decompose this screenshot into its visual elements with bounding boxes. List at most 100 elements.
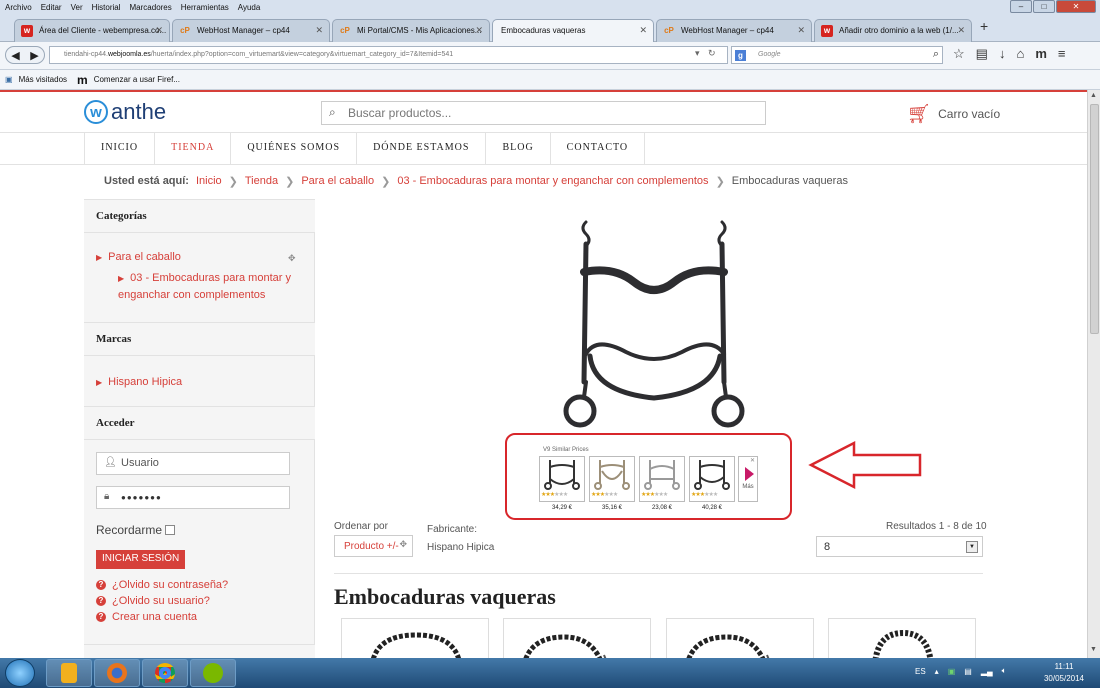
category-child-link[interactable]: ▶ 03 - Embocaduras para montar y engancha… [118,270,298,303]
product-card[interactable] [503,618,651,660]
login-button[interactable]: INICIAR SESIÓN [96,550,186,569]
close-tab-icon[interactable]: ✕ [639,25,647,36]
menu-editar[interactable]: Editar [41,3,62,12]
page-scrollbar[interactable]: ▲ ▼ [1087,90,1100,658]
tray-app-icon[interactable]: ▤ [964,667,972,676]
divider [0,164,1087,165]
menu-herramientas[interactable]: Herramientas [181,3,229,12]
system-clock[interactable]: 11:11 30/05/2014 [1034,661,1094,685]
cpanel-icon: cP [340,26,350,35]
browser-tab[interactable]: cP WebHost Manager – cp44 ✕ [656,19,812,42]
language-indicator[interactable]: ES [915,667,926,676]
clock-time: 11:11 [1054,662,1074,671]
menu-ayuda[interactable]: Ayuda [238,3,261,12]
browser-tab-active[interactable]: Embocaduras vaqueras ✕ [492,19,654,43]
annotation-arrow-icon [808,440,922,490]
category-parent-link[interactable]: ▶ Para el caballo [96,249,181,266]
breadcrumb-inicio[interactable]: Inicio [196,175,222,188]
close-window-button[interactable]: ✕ [1056,0,1096,13]
nav-blog[interactable]: BLOG [486,132,551,164]
url-bar[interactable]: tiendahi-cp44.webjoomla.es/huerta/index.… [49,46,728,64]
dropdown-icon[interactable]: ▾ [695,48,700,58]
menu-historial[interactable]: Historial [92,3,121,12]
page-title: Embocaduras vaqueras [334,584,556,609]
close-icon[interactable]: ✕ [750,457,755,464]
close-tab-icon[interactable]: ✕ [797,25,805,36]
user-icon: 👤︎ [104,457,117,468]
search-icon: ⌕ [329,105,336,119]
password-field[interactable]: 🔒︎ ●●●●●●● [96,486,290,509]
brand-link[interactable]: ▶ Hispano Hipica [96,374,182,391]
create-account-link[interactable]: ? Crear una cuenta [96,611,197,623]
close-tab-icon[interactable]: ✕ [155,25,163,36]
browser-search-box[interactable]: g Google ⌕ [731,46,943,64]
order-by-select[interactable]: Producto +/- ✥ [334,535,413,557]
tray-arrow-icon[interactable]: ▴ [935,667,939,676]
hamburger-menu-icon[interactable]: ≡ [1058,46,1066,62]
site-logo[interactable]: w anthe [84,99,166,125]
browser-tab[interactable]: w Área del Cliente - webempresa.co... ✕ [14,19,170,42]
menu-marcadores[interactable]: Marcadores [130,3,172,12]
minimize-button[interactable]: – [1010,0,1032,13]
m-icon[interactable]: m [1035,46,1047,62]
clipboard-icon[interactable]: ▤ [976,46,988,62]
close-tab-icon[interactable]: ✕ [315,25,323,36]
reload-icon[interactable]: ↻ [708,48,716,58]
search-icon[interactable]: ⌕ [933,48,939,61]
forgot-password-link[interactable]: ? ¿Olvido su contraseña? [96,579,228,591]
webempresa-icon: w [821,25,833,37]
nav-donde-estamos[interactable]: DÓNDE ESTAMOS [357,132,487,164]
browser-tab[interactable]: cP WebHost Manager – cp44 ✕ [172,19,330,42]
taskbar-chrome[interactable] [142,659,188,687]
windows-start-icon[interactable] [5,659,35,687]
similar-product-price: 34,29 € [551,505,573,511]
product-image [872,629,934,660]
cart-link[interactable]: 🛒︎ Carro vacío [907,102,1000,126]
close-tab-icon[interactable]: ✕ [475,25,483,36]
taskbar-firefox[interactable] [94,659,140,687]
product-card[interactable] [828,618,976,660]
forgot-user-link[interactable]: ? ¿Olvido su usuario? [96,595,210,607]
star-icon[interactable]: ☆ [953,46,965,62]
nav-tienda[interactable]: TIENDA [155,132,232,164]
manufacturer-value[interactable]: Hispano Hipica [427,542,494,553]
breadcrumb-embocaduras[interactable]: 03 - Embocaduras para montar y enganchar… [397,175,708,188]
home-icon[interactable]: ⌂ [1016,46,1024,62]
forward-icon[interactable]: ▶ [30,49,38,62]
browser-tab[interactable]: cP Mi Portal/CMS - Mis Aplicaciones... ✕ [332,19,490,42]
breadcrumb-para-el-caballo[interactable]: Para el caballo [301,175,374,188]
maximize-button[interactable]: □ [1033,0,1055,13]
product-search-input[interactable]: ⌕ Buscar productos... [321,101,766,125]
bookmark-most-visited[interactable]: Más visitados [19,75,67,84]
bit-thumbnail [594,460,630,490]
taskbar-spotify[interactable] [190,659,236,687]
scrollbar-thumb[interactable] [1090,104,1099,334]
taskbar-bing[interactable] [46,659,92,687]
nav-contacto[interactable]: CONTACTO [551,132,646,164]
product-card[interactable] [666,618,814,660]
menu-ver[interactable]: Ver [71,3,83,12]
expand-icon[interactable]: ✥ [288,253,296,264]
username-field[interactable]: 👤︎ Usuario [96,452,290,475]
volume-icon[interactable]: 🔈︎ [1002,666,1007,676]
close-tab-icon[interactable]: ✕ [957,25,965,36]
sidebar: Categorías ▶ Para el caballo ✥ ▶ 03 - Embo… [84,199,315,664]
browser-tab[interactable]: w Añadir otro dominio a la web (1/... ✕ [814,19,972,42]
network-icon[interactable]: ▂▄ [981,667,993,676]
more-similar-button[interactable]: ✕ Más [738,456,758,502]
new-tab-icon[interactable]: + [980,18,988,34]
download-icon[interactable]: ↓ [999,46,1006,62]
back-icon[interactable]: ◀ [11,49,19,62]
scroll-down-icon[interactable]: ▼ [1090,646,1097,653]
remember-me: Recordarme [96,523,176,537]
breadcrumb-tienda[interactable]: Tienda [245,175,278,188]
scroll-up-icon[interactable]: ▲ [1090,92,1097,99]
menu-archivo[interactable]: Archivo [5,3,32,12]
tray-app-icon[interactable]: ▣ [948,667,956,676]
nav-quienes-somos[interactable]: QUIÉNES SOMOS [231,132,358,164]
bookmark-get-started[interactable]: Comenzar a usar Firef... [94,75,180,84]
per-page-select[interactable]: 8 ▼ [816,536,983,557]
nav-inicio[interactable]: INICIO [84,132,156,164]
product-card[interactable] [341,618,489,660]
remember-checkbox[interactable] [165,525,176,535]
